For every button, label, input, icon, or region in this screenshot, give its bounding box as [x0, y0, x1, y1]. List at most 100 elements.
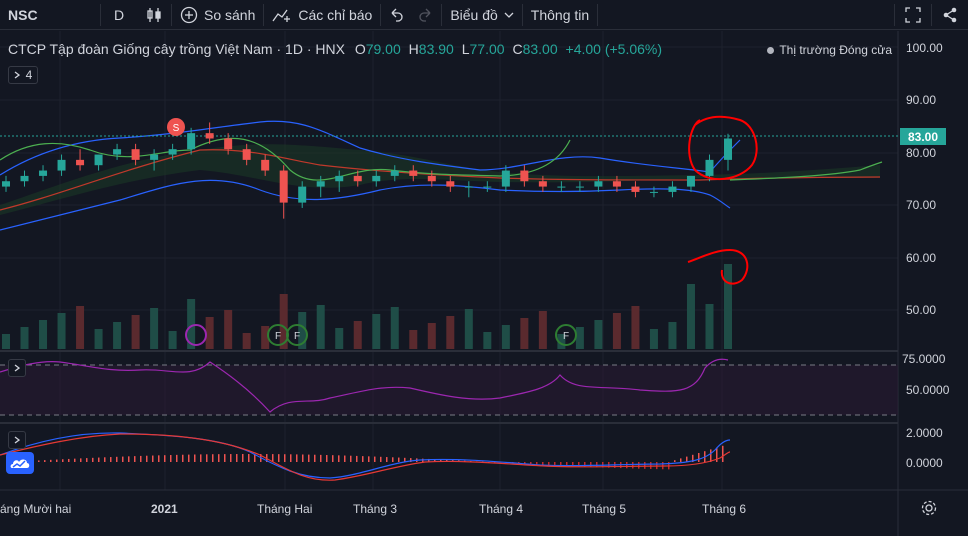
candle-body: [2, 181, 10, 187]
macd-bar: [386, 457, 388, 462]
macd-bar: [164, 455, 166, 462]
candle-body: [538, 181, 547, 187]
cloud-icon: [10, 459, 30, 468]
macd-bar: [326, 455, 328, 462]
macd-bar: [152, 455, 154, 462]
volume-bar: [2, 334, 10, 349]
macd-bar: [104, 457, 106, 462]
redo-button[interactable]: [411, 0, 441, 30]
macd-bar: [542, 462, 544, 465]
compare-button[interactable]: So sánh: [172, 0, 263, 30]
chart-menu-button[interactable]: Biểu đồ: [442, 0, 521, 30]
price-axis-label: 60.00: [906, 251, 937, 265]
info-button[interactable]: Thông tin: [523, 0, 597, 30]
time-axis-label: Tháng 6: [702, 502, 747, 516]
candle-body: [205, 133, 214, 139]
macd-bar: [302, 454, 304, 462]
interval-button[interactable]: D: [101, 0, 137, 30]
macd-bar: [686, 456, 688, 462]
symbol-search-button[interactable]: NSC: [0, 0, 100, 30]
volume-bar: [612, 313, 621, 349]
price-axis-label: 90.00: [906, 93, 937, 107]
macd-bar: [320, 454, 322, 462]
split-marker[interactable]: S: [167, 118, 185, 136]
indicator-count: 4: [25, 68, 33, 82]
macd-bar: [398, 457, 400, 462]
annotation-circle-volume: [687, 248, 749, 285]
macd-bar: [230, 454, 232, 462]
high-key: H: [408, 41, 419, 57]
candle-body: [483, 186, 492, 188]
volume-bar: [39, 320, 48, 349]
split-marker-label: S: [173, 123, 180, 134]
macd-bar: [248, 454, 250, 462]
macd-bar: [392, 457, 394, 462]
candle-body: [409, 170, 418, 176]
macd-pane-toggle[interactable]: [8, 431, 26, 449]
macd-bar: [332, 455, 334, 462]
chevron-down-icon: [504, 11, 514, 19]
macd-bar: [314, 454, 316, 462]
macd-bar: [50, 459, 52, 462]
low-key: L: [461, 41, 470, 57]
macd-bar: [56, 459, 58, 462]
financial-marker-label: F: [275, 331, 281, 342]
open-key: O: [354, 41, 366, 57]
candle-body: [57, 159, 66, 171]
macd-bar: [62, 459, 64, 462]
rsi-axis-label: 75.0000: [902, 352, 946, 366]
indicators-button[interactable]: Các chỉ báo: [264, 0, 380, 30]
candle-body: [594, 181, 603, 187]
candle-body: [372, 175, 381, 182]
settings-button[interactable]: [920, 499, 938, 522]
macd-bar: [212, 454, 214, 462]
volume-bar: [575, 327, 584, 349]
candle-body: [113, 149, 122, 155]
candle-body: [557, 186, 566, 188]
tradingview-logo[interactable]: [6, 452, 34, 474]
fullscreen-button[interactable]: [895, 0, 931, 30]
macd-bar: [380, 456, 382, 462]
macd-bar: [92, 457, 94, 462]
annotation-circle-price: [688, 115, 758, 181]
chart-menu-label: Biểu đồ: [450, 6, 498, 23]
candle-body: [316, 181, 325, 187]
candle-body: [298, 186, 307, 203]
rsi-pane-toggle[interactable]: [8, 359, 26, 377]
chart-style-button[interactable]: [137, 0, 171, 30]
macd-axis-label: 0.0000: [906, 456, 943, 470]
market-status-label: Thị trường Đóng cửa: [779, 43, 892, 57]
volume-bar: [242, 333, 251, 349]
volume-bars: [2, 264, 732, 349]
macd-bar: [110, 457, 112, 462]
candle-body: [612, 181, 621, 187]
top-toolbar: NSC D So sánh Các chỉ báo Biểu đồ Thông …: [0, 0, 968, 30]
price-axis-label: 100.00: [906, 41, 943, 55]
rsi-axis-label: 50.0000: [906, 383, 950, 397]
volume-bar: [353, 321, 362, 349]
share-button[interactable]: [932, 0, 968, 30]
macd-bar: [158, 455, 160, 462]
macd-bar: [350, 455, 352, 462]
chevron-right-icon: [14, 71, 20, 79]
macd-bar: [296, 454, 298, 462]
candle-body: [575, 186, 584, 188]
candle-body: [335, 175, 344, 182]
macd-bar: [176, 454, 178, 462]
macd-histogram: [8, 445, 724, 470]
undo-button[interactable]: [381, 0, 411, 30]
time-axis-label: Tháng 3: [353, 502, 398, 516]
macd-bar: [80, 458, 82, 462]
plus-circle-icon: [180, 6, 198, 24]
volume-bar: [76, 306, 85, 349]
macd-bar: [68, 458, 70, 462]
price-chart[interactable]: S F F F: [0, 31, 968, 536]
last-price-badge: 83.00: [900, 128, 946, 145]
info-label: Thông tin: [530, 6, 590, 23]
macd-bar: [146, 455, 148, 462]
collapse-indicators-button[interactable]: 4: [8, 66, 38, 84]
candle-body: [150, 154, 159, 160]
time-axis-label: Tháng 4: [479, 502, 524, 516]
open-value: 79.00: [365, 41, 401, 57]
candle-body: [427, 175, 436, 182]
